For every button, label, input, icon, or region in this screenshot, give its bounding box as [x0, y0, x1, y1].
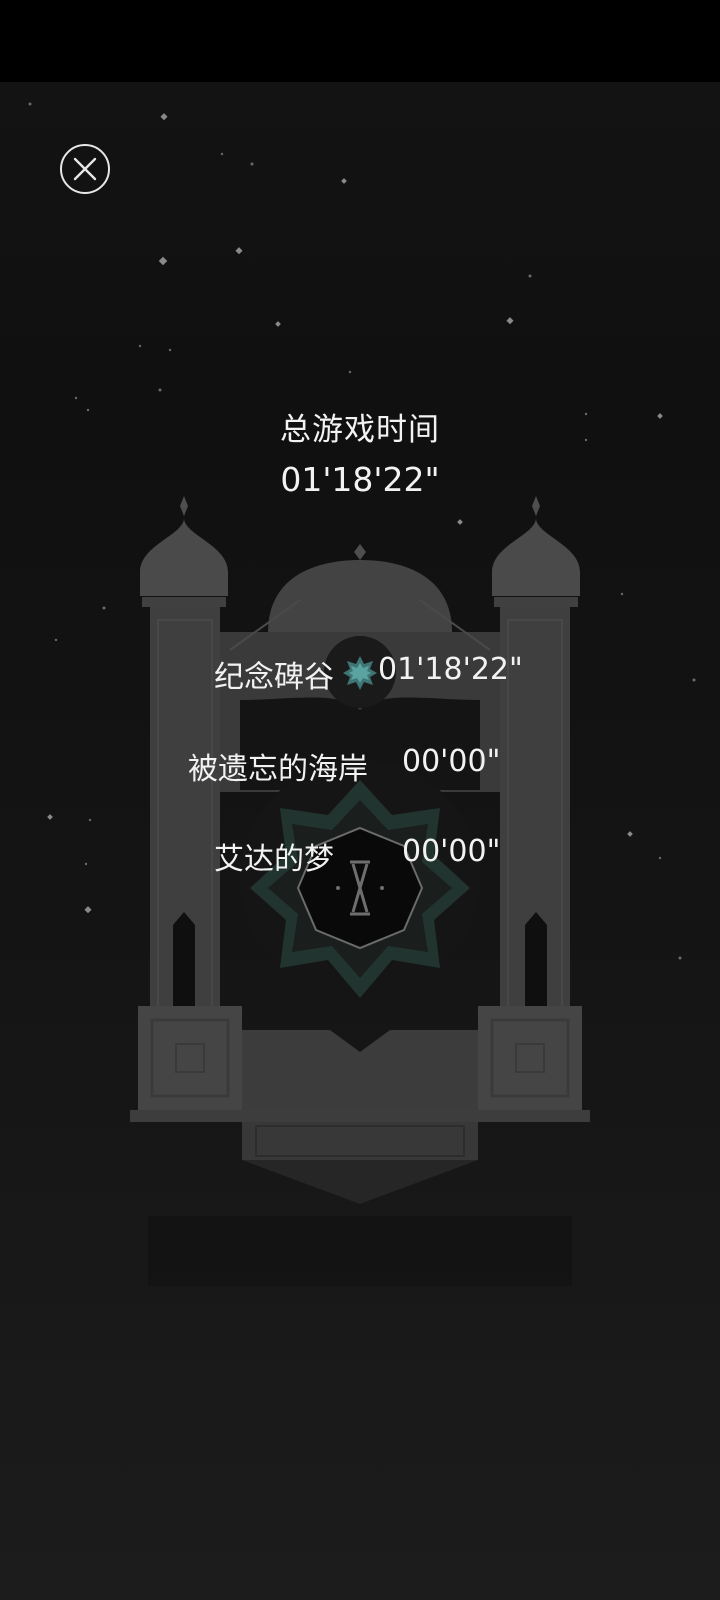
close-icon	[73, 157, 97, 181]
chapter-name: 艾达的梦	[214, 842, 334, 877]
star-icon	[343, 656, 377, 690]
monument-gate-illustration	[130, 496, 590, 1286]
chapter-time: 01'18'22"	[378, 652, 523, 687]
monument-base	[130, 1006, 590, 1286]
chapter-time: 00'00"	[402, 834, 501, 869]
total-playtime-value: 01'18'22"	[280, 460, 440, 499]
chapter-time: 00'00"	[402, 744, 501, 779]
right-tower	[492, 496, 580, 1011]
game-stats-screen: 总游戏时间 01'18'22" 纪念碑谷 01'18'22" 被遗忘的海岸 00…	[0, 0, 720, 1600]
close-button[interactable]	[60, 144, 110, 194]
chapter-name: 纪念碑谷	[214, 660, 334, 695]
total-playtime-title: 总游戏时间	[280, 412, 440, 448]
gate-emblem	[240, 760, 480, 1000]
chapter-name: 被遗忘的海岸	[188, 752, 368, 787]
